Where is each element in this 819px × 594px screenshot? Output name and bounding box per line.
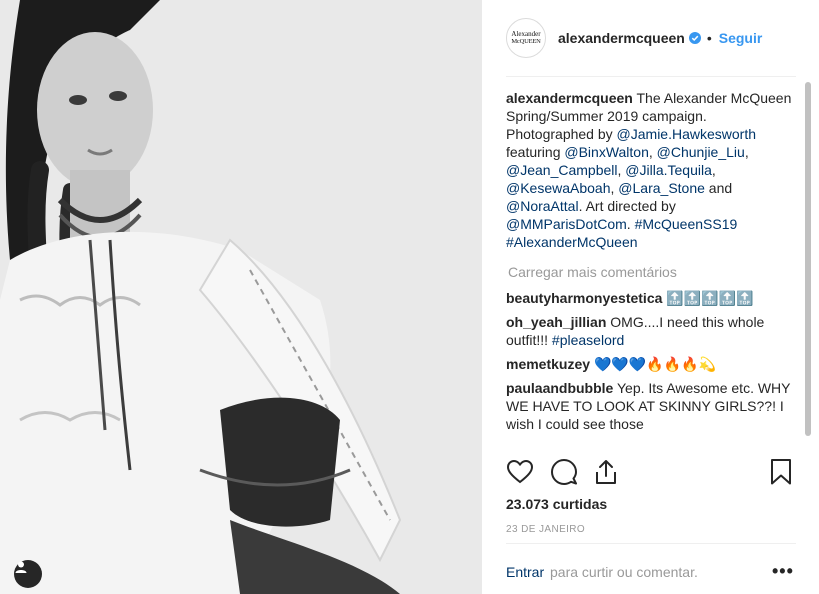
comment-text: 🔝🔝🔝🔝🔝 — [666, 290, 754, 306]
mention-link[interactable]: @NoraAttal — [506, 198, 579, 214]
post-side-panel: Alexander McQUEEN alexandermcqueen • Seg… — [482, 0, 819, 594]
login-link[interactable]: Entrar — [506, 564, 544, 580]
comments-list[interactable]: alexandermcqueen The Alexander McQueen S… — [506, 89, 796, 447]
follow-button[interactable]: Seguir — [719, 30, 763, 46]
save-button[interactable] — [767, 458, 795, 486]
avatar-line-1: Alexander — [511, 30, 541, 38]
caption-username[interactable]: alexandermcqueen — [506, 90, 633, 106]
load-more-comments-button[interactable]: Carregar mais comentários — [508, 263, 796, 281]
mention-link[interactable]: @Jean_Campbell — [506, 162, 618, 178]
hashtag-link[interactable]: #McQueenSS19 — [635, 216, 738, 232]
separator-dot: • — [706, 30, 712, 46]
comment-prompt: para curtir ou comentar. — [550, 564, 698, 580]
comment-footer: Entrar para curtir ou comentar. ••• — [506, 561, 796, 582]
person-icon — [15, 561, 27, 573]
post-header: Alexander McQUEEN alexandermcqueen • Seg… — [506, 18, 796, 58]
mention-link[interactable]: @MMParisDotCom — [506, 216, 627, 232]
caption-text-2: featuring — [506, 144, 561, 160]
share-button[interactable] — [592, 458, 620, 486]
likes-count[interactable]: 23.073 curtidas — [506, 496, 607, 512]
post-date[interactable]: 23 DE JANEIRO — [506, 524, 585, 535]
comment-icon — [551, 459, 577, 485]
mention-link[interactable]: @Lara_Stone — [618, 180, 705, 196]
comments-scrollbar[interactable] — [804, 80, 812, 446]
mention-link[interactable]: @Jilla.Tequila — [625, 162, 712, 178]
caption-text-4: . Art directed by — [578, 198, 676, 214]
user-tag-button[interactable] — [14, 560, 42, 588]
header-username[interactable]: alexandermcqueen — [558, 30, 685, 46]
mention-link[interactable]: @Chunjie_Liu — [657, 144, 745, 160]
caption: alexandermcqueen The Alexander McQueen S… — [506, 90, 792, 250]
mention-link[interactable]: @Jamie.Hawkesworth — [617, 126, 756, 142]
mention-link[interactable]: @KesewaAboah — [506, 180, 611, 196]
share-icon — [596, 460, 616, 484]
avatar-line-2: McQUEEN — [511, 38, 541, 45]
comment-button[interactable] — [550, 458, 578, 486]
photo-illustration — [0, 0, 482, 594]
comment-username[interactable]: paulaandbubble — [506, 380, 613, 396]
hashtag-link[interactable]: #AlexanderMcQueen — [506, 234, 638, 250]
footer-divider — [506, 543, 796, 544]
more-options-button[interactable]: ••• — [772, 561, 794, 582]
verified-badge-icon — [688, 32, 701, 44]
bookmark-icon — [771, 459, 791, 485]
post-photo[interactable] — [0, 0, 482, 594]
comment-username[interactable]: oh_yeah_jillian — [506, 314, 606, 330]
like-button[interactable] — [506, 458, 534, 486]
scrollbar-thumb[interactable] — [805, 82, 811, 436]
caption-text-3: and — [708, 180, 733, 196]
mention-link[interactable]: @BinxWalton — [564, 144, 649, 160]
comment-username[interactable]: beautyharmonyestetica — [506, 290, 662, 306]
header-divider — [506, 76, 796, 77]
comment-username[interactable]: memetkuzey — [506, 356, 590, 372]
heart-icon — [507, 460, 533, 484]
avatar[interactable]: Alexander McQUEEN — [506, 18, 546, 58]
post-actions — [506, 458, 796, 486]
comment-item: memetkuzey 💙💙💙🔥🔥🔥💫 — [506, 355, 796, 373]
comment-text: 💙💙💙🔥🔥🔥💫 — [593, 356, 716, 372]
hashtag-link[interactable]: #pleaselord — [552, 332, 624, 348]
comment-item: paulaandbubble Yep. Its Awesome etc. WHY… — [506, 379, 796, 433]
comment-item: beautyharmonyestetica 🔝🔝🔝🔝🔝 — [506, 289, 796, 307]
comment-item: oh_yeah_jillian OMG....I need this whole… — [506, 313, 796, 349]
